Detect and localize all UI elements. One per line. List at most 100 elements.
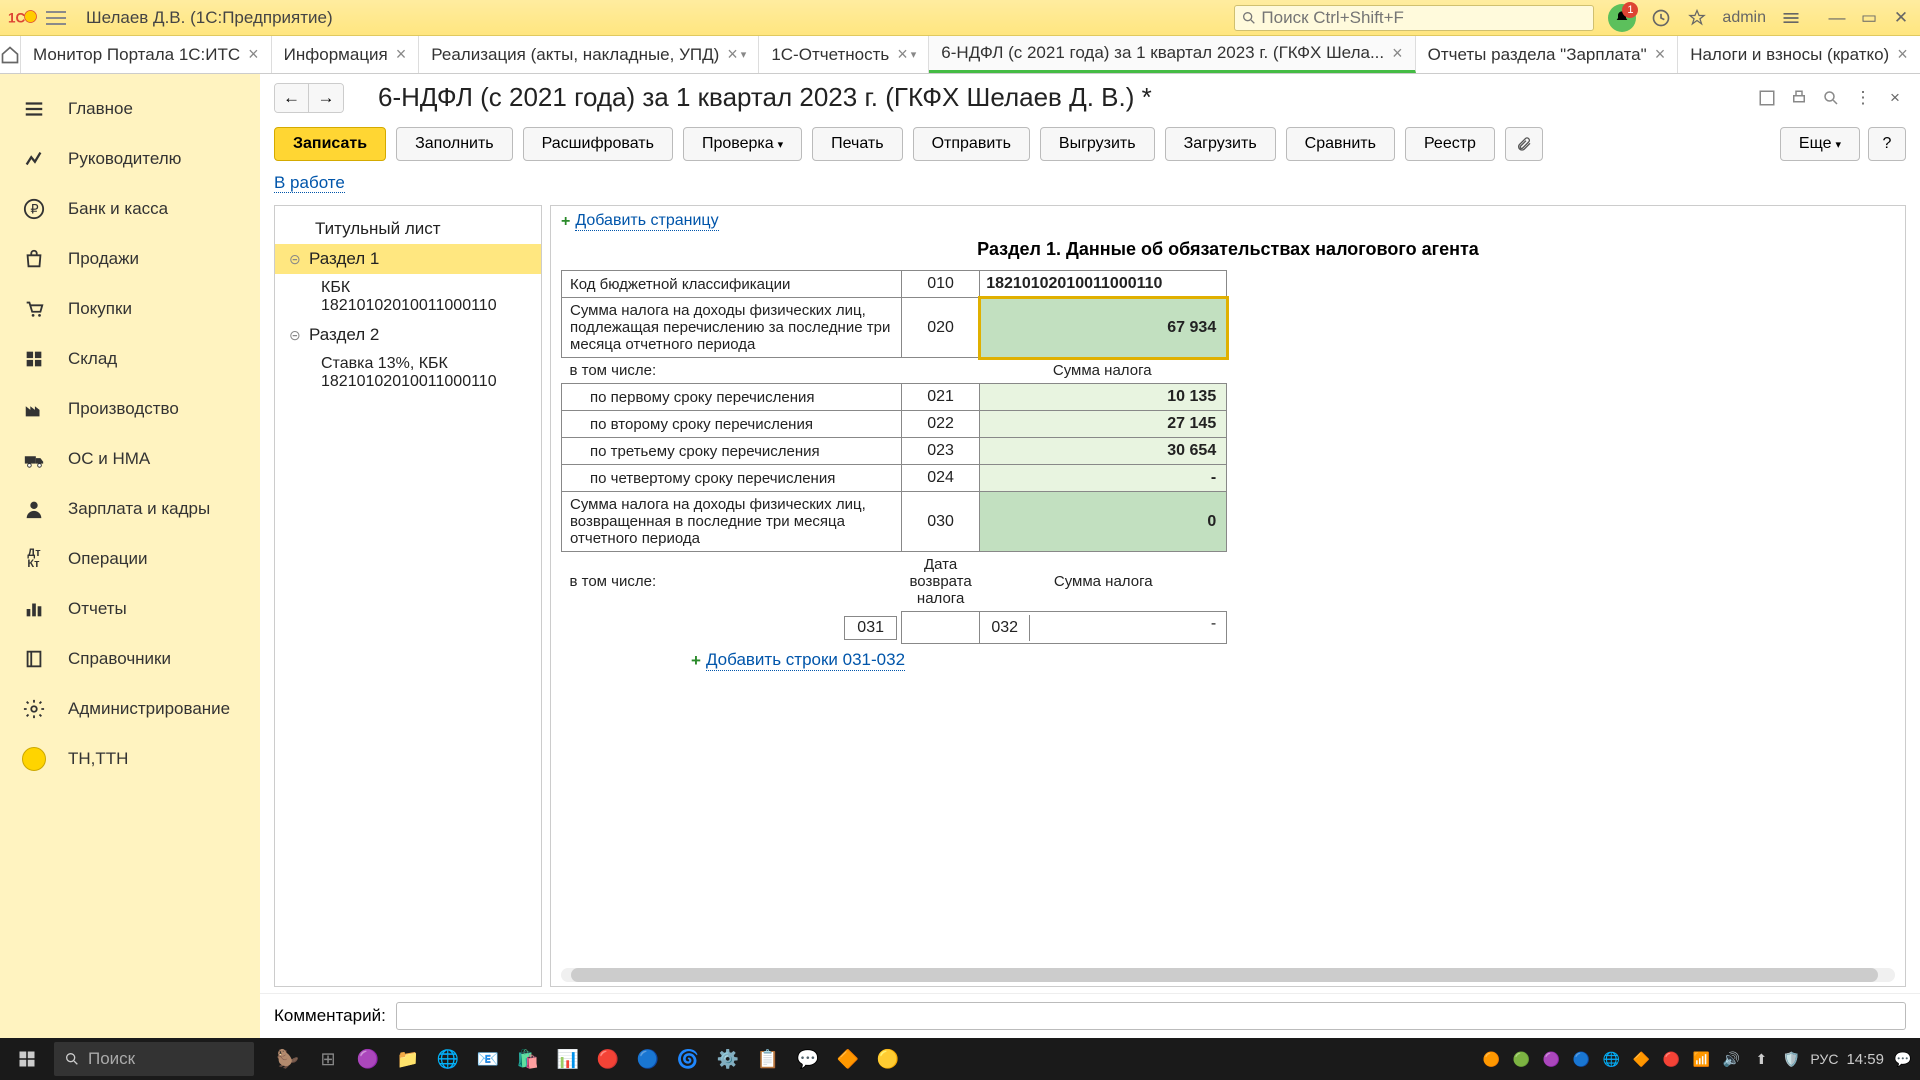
back-button[interactable]: ←: [275, 84, 309, 112]
val-024[interactable]: -: [980, 465, 1227, 492]
close-doc-icon[interactable]: ×: [1884, 87, 1906, 109]
task-app-icon[interactable]: 🔶: [830, 1041, 866, 1077]
task-app-icon[interactable]: 📧: [470, 1041, 506, 1077]
sidebar-item-purchases[interactable]: Покупки: [0, 284, 260, 334]
maximize-icon[interactable]: ▭: [1858, 7, 1880, 29]
task-app-icon[interactable]: 🛍️: [510, 1041, 546, 1077]
tab-salary-reports[interactable]: Отчеты раздела "Зарплата"×: [1416, 36, 1679, 73]
tab-monitor[interactable]: Монитор Портала 1С:ИТС×: [21, 36, 272, 73]
search2-icon[interactable]: [1820, 87, 1842, 109]
tab-home-icon[interactable]: [0, 36, 21, 73]
unload-button[interactable]: Выгрузить: [1040, 127, 1155, 161]
decode-button[interactable]: Расшифровать: [523, 127, 673, 161]
tree-kbk1[interactable]: КБК 18210102010011000110: [275, 274, 541, 320]
help-button[interactable]: ?: [1868, 127, 1906, 161]
tray-icon[interactable]: 🔊: [1720, 1048, 1742, 1070]
user-label[interactable]: admin: [1722, 9, 1766, 27]
tab-info[interactable]: Информация×: [272, 36, 420, 73]
sidebar-item-production[interactable]: Производство: [0, 384, 260, 434]
registry-button[interactable]: Реестр: [1405, 127, 1495, 161]
tab-taxes-brief[interactable]: Налоги и взносы (кратко)×: [1678, 36, 1920, 73]
tab-1c-report[interactable]: 1С-Отчетность×: [759, 36, 929, 73]
minimize-icon[interactable]: —: [1826, 7, 1848, 29]
task-app-icon[interactable]: 📋: [750, 1041, 786, 1077]
horizontal-scrollbar[interactable]: [561, 968, 1895, 982]
task-app-icon[interactable]: 🔴: [590, 1041, 626, 1077]
task-app-icon[interactable]: 🌀: [670, 1041, 706, 1077]
sidebar-item-manager[interactable]: Руководителю: [0, 134, 260, 184]
status-link[interactable]: В работе: [274, 173, 345, 193]
tree-section2[interactable]: Раздел 2: [275, 320, 541, 350]
val-022[interactable]: 27 145: [980, 411, 1227, 438]
main-menu-icon[interactable]: [46, 5, 72, 31]
close-icon[interactable]: ×: [1392, 43, 1403, 64]
sidebar-item-admin[interactable]: Администрирование: [0, 684, 260, 734]
val-010[interactable]: 18210102010011000110: [980, 271, 1227, 298]
task-app-icon[interactable]: 🦫: [270, 1041, 306, 1077]
val-032[interactable]: -: [1030, 615, 1226, 641]
tab-realization[interactable]: Реализация (акты, накладные, УПД)×: [419, 36, 759, 73]
add-rows-link[interactable]: Добавить строки 031-032: [706, 650, 905, 671]
settings-lines-icon[interactable]: [1780, 7, 1802, 29]
val-020[interactable]: 67 934: [980, 298, 1227, 358]
print-icon[interactable]: [1788, 87, 1810, 109]
close-icon[interactable]: ×: [248, 44, 259, 65]
tree-rate13[interactable]: Ставка 13%, КБК 18210102010011000110: [275, 350, 541, 396]
check-button[interactable]: Проверка ▾: [683, 127, 802, 161]
task-app-icon[interactable]: 🟡: [870, 1041, 906, 1077]
tree-section1[interactable]: Раздел 1: [275, 244, 541, 274]
more-button[interactable]: Еще ▾: [1780, 127, 1860, 161]
sidebar-item-warehouse[interactable]: Склад: [0, 334, 260, 384]
val-021[interactable]: 10 135: [980, 384, 1227, 411]
tray-icon[interactable]: 🌐: [1600, 1048, 1622, 1070]
compare-button[interactable]: Сравнить: [1286, 127, 1395, 161]
task-app-icon[interactable]: ⊞: [310, 1041, 346, 1077]
print-button[interactable]: Печать: [812, 127, 902, 161]
sidebar-item-main[interactable]: Главное: [0, 84, 260, 134]
tray-icon[interactable]: 🔶: [1630, 1048, 1652, 1070]
sidebar-item-tn[interactable]: ТН,ТТН: [0, 734, 260, 784]
tray-icon[interactable]: 🔵: [1570, 1048, 1592, 1070]
sidebar-item-sales[interactable]: Продажи: [0, 234, 260, 284]
search-input[interactable]: [1261, 8, 1587, 28]
sidebar-item-salary[interactable]: Зарплата и кадры: [0, 484, 260, 534]
task-app-icon[interactable]: 🟣: [350, 1041, 386, 1077]
tray-icon[interactable]: ⬆: [1750, 1048, 1772, 1070]
taskbar-search[interactable]: Поиск: [54, 1042, 254, 1076]
add-page-link[interactable]: Добавить страницу: [575, 212, 718, 231]
sections-tree[interactable]: Титульный лист Раздел 1 КБК 182101020100…: [274, 205, 542, 987]
sidebar-item-reports[interactable]: Отчеты: [0, 584, 260, 634]
tree-title-sheet[interactable]: Титульный лист: [275, 214, 541, 244]
close-icon[interactable]: ×: [1655, 44, 1666, 65]
kebab-icon[interactable]: ⋮: [1852, 87, 1874, 109]
notifications-icon[interactable]: 1: [1608, 4, 1636, 32]
notifications-tray-icon[interactable]: 💬: [1892, 1048, 1914, 1070]
task-app-icon[interactable]: 📁: [390, 1041, 426, 1077]
layout-icon[interactable]: [1756, 87, 1778, 109]
task-app-icon[interactable]: 🔵: [630, 1041, 666, 1077]
val-023[interactable]: 30 654: [980, 438, 1227, 465]
sidebar-item-bank[interactable]: ₽Банк и касса: [0, 184, 260, 234]
tab-6ndfl[interactable]: 6-НДФЛ (с 2021 года) за 1 квартал 2023 г…: [929, 36, 1415, 73]
language-indicator[interactable]: РУС: [1810, 1051, 1838, 1067]
favorite-icon[interactable]: [1686, 7, 1708, 29]
global-search[interactable]: [1234, 5, 1594, 31]
tray-icon[interactable]: 📶: [1690, 1048, 1712, 1070]
tray-icon[interactable]: 🟠: [1480, 1048, 1502, 1070]
close-icon[interactable]: ×: [897, 44, 908, 65]
close-icon[interactable]: ×: [727, 44, 738, 65]
task-app-icon[interactable]: 📊: [550, 1041, 586, 1077]
tray-icon[interactable]: 🟣: [1540, 1048, 1562, 1070]
comment-input[interactable]: [396, 1002, 1906, 1030]
tray-icon[interactable]: 🔴: [1660, 1048, 1682, 1070]
close-icon[interactable]: ×: [1897, 44, 1908, 65]
save-button[interactable]: Записать: [274, 127, 386, 161]
sidebar-item-directories[interactable]: Справочники: [0, 634, 260, 684]
sidebar-item-assets[interactable]: ОС и НМА: [0, 434, 260, 484]
task-app-icon[interactable]: 💬: [790, 1041, 826, 1077]
tray-icon[interactable]: 🛡️: [1780, 1048, 1802, 1070]
task-app-icon[interactable]: 🌐: [430, 1041, 466, 1077]
send-button[interactable]: Отправить: [913, 127, 1030, 161]
forward-button[interactable]: →: [309, 84, 343, 112]
close-icon[interactable]: ×: [396, 44, 407, 65]
